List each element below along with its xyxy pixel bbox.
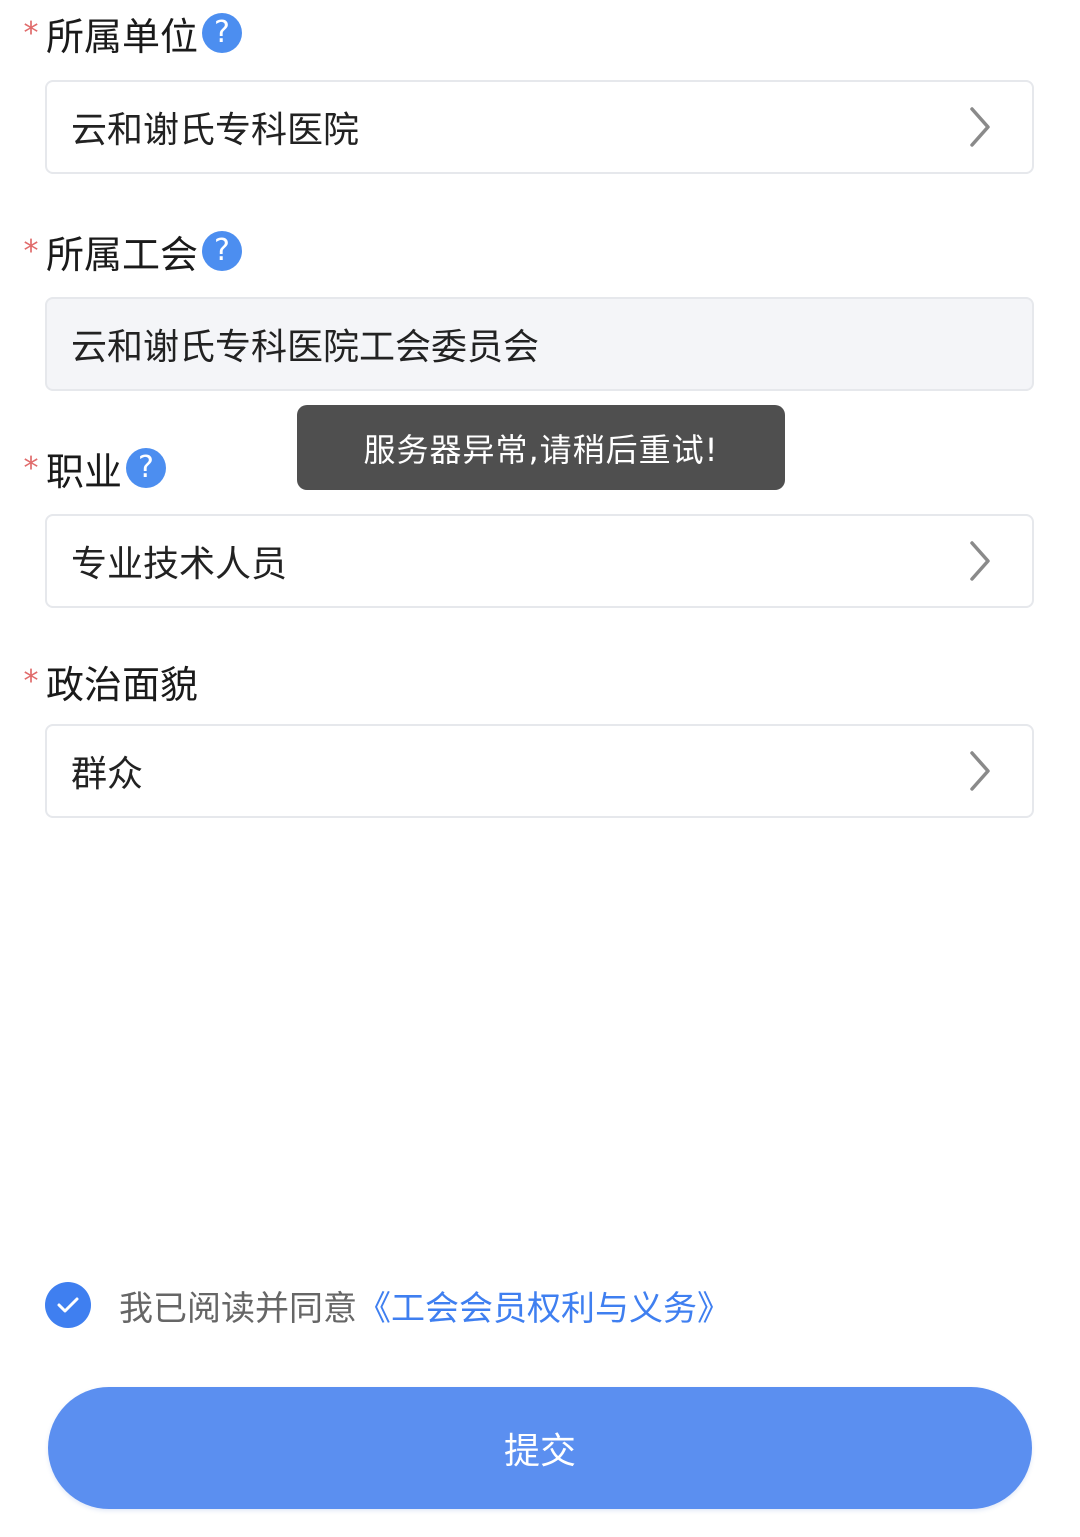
chevron-right-icon — [970, 751, 990, 791]
agreement-checkbox[interactable] — [45, 1282, 91, 1328]
agreement-text: 我已阅读并同意 — [119, 1288, 357, 1329]
agreement-row: 我已阅读并同意 《工会会员权利与义务》 — [45, 1281, 731, 1329]
required-star: * — [23, 15, 39, 51]
chevron-right-icon — [970, 107, 990, 147]
political-label-row: * 政治面貌 — [22, 651, 199, 711]
check-icon — [57, 1297, 79, 1313]
unit-value: 云和谢氏专科医院 — [71, 110, 360, 151]
required-star: * — [23, 450, 39, 486]
union-label: 所属工会 — [46, 232, 199, 277]
required-star: * — [23, 663, 39, 699]
required-star: * — [23, 233, 39, 269]
union-label-row: * 所属工会 ? — [22, 221, 243, 281]
political-value: 群众 — [71, 754, 144, 795]
unit-label: 所属单位 — [46, 14, 199, 59]
agreement-link[interactable]: 《工会会员权利与义务》 — [357, 1281, 731, 1330]
help-icon[interactable]: ? — [202, 231, 243, 271]
political-select[interactable]: 群众 — [45, 724, 1034, 818]
submit-label: 提交 — [503, 1431, 576, 1472]
unit-label-row: * 所属单位 ? — [22, 3, 243, 63]
help-icon[interactable]: ? — [126, 448, 167, 488]
union-field: 云和谢氏专科医院工会委员会 — [45, 297, 1034, 391]
submit-button[interactable]: 提交 — [48, 1387, 1032, 1509]
unit-select[interactable]: 云和谢氏专科医院 — [45, 80, 1034, 174]
error-toast: 服务器异常,请稍后重试! — [297, 405, 785, 490]
occupation-select[interactable]: 专业技术人员 — [45, 514, 1034, 608]
occupation-label: 职业 — [46, 449, 123, 494]
help-icon[interactable]: ? — [202, 13, 243, 53]
chevron-right-icon — [970, 541, 990, 581]
occupation-value: 专业技术人员 — [71, 544, 288, 585]
political-label: 政治面貌 — [46, 662, 199, 707]
occupation-label-row: * 职业 ? — [22, 438, 167, 498]
toast-message: 服务器异常,请稍后重试! — [363, 430, 719, 469]
union-value: 云和谢氏专科医院工会委员会 — [71, 327, 540, 368]
